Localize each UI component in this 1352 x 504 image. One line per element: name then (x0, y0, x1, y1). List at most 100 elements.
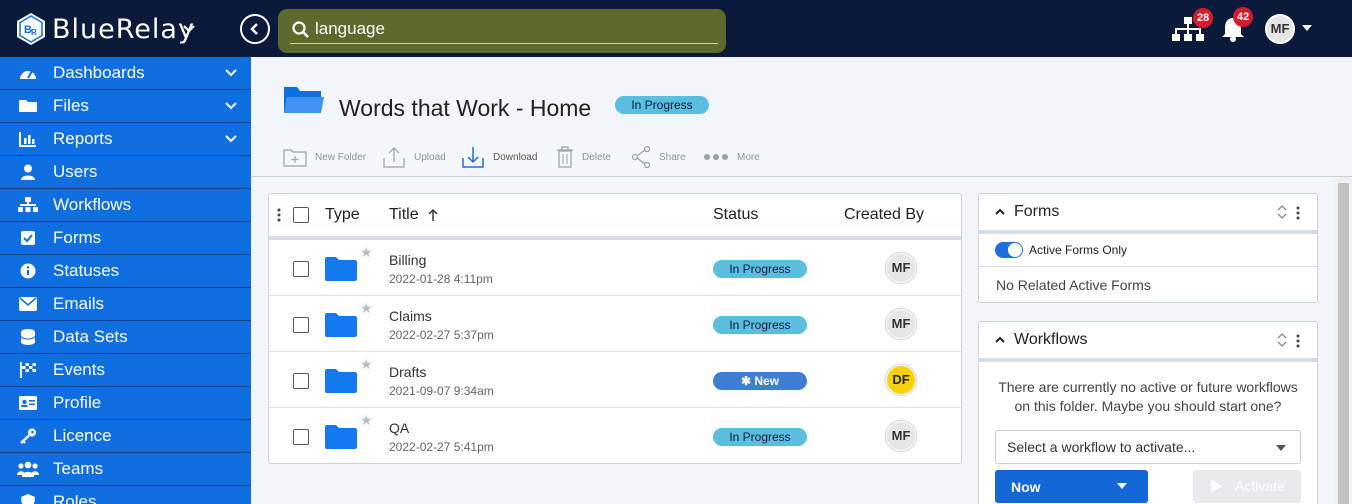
bar-chart-icon (18, 132, 36, 147)
new-folder-button[interactable]: New Folder (283, 145, 366, 169)
folder-icon[interactable] (325, 313, 357, 337)
share-label: Share (659, 151, 686, 163)
upload-icon (383, 147, 405, 168)
row-checkbox[interactable] (293, 373, 309, 389)
forms-panel-header[interactable]: Forms (979, 194, 1317, 230)
column-menu-icon[interactable] (277, 208, 281, 222)
sidebar-item-roles[interactable]: Roles (0, 486, 251, 504)
row-title[interactable]: QA (389, 420, 409, 436)
chevron-down-icon[interactable] (180, 20, 198, 38)
svg-text:R: R (31, 28, 37, 37)
avatar: MF (886, 253, 916, 283)
active-forms-toggle[interactable] (995, 242, 1023, 258)
sidebar-item-profile[interactable]: Profile (0, 387, 251, 420)
row-title[interactable]: Drafts (389, 364, 426, 380)
sidebar: Dashboards Files Reports Users Workflows… (0, 57, 251, 504)
folder-icon (18, 100, 37, 112)
workflow-select[interactable]: Select a workflow to activate... (995, 430, 1301, 464)
status-badge: In Progress (713, 260, 807, 278)
star-icon[interactable]: ★ (360, 244, 373, 261)
download-button[interactable]: Download (461, 145, 537, 169)
sidebar-item-label: Data Sets (53, 327, 128, 346)
row-title[interactable]: Billing (389, 252, 426, 268)
info-icon (20, 263, 35, 279)
row-date: 2021-09-07 9:34am (389, 384, 494, 398)
table-row[interactable]: ★ Claims 2022-02-27 5:37pm In Progress M… (269, 296, 961, 352)
sidebar-item-licence[interactable]: Licence (0, 420, 251, 453)
chevron-up-icon[interactable] (994, 207, 1006, 216)
arrow-up-icon[interactable] (427, 208, 439, 222)
column-header-type[interactable]: Type (325, 194, 360, 236)
sidebar-item-label: Reports (53, 129, 113, 148)
share-button[interactable]: Share (631, 145, 686, 169)
brand-name[interactable]: BlueRelay (52, 14, 195, 45)
table-row[interactable]: ★ Billing 2022-01-28 4:11pm In Progress … (269, 240, 961, 296)
sidebar-item-files[interactable]: Files (0, 90, 251, 123)
sort-icon[interactable] (1276, 332, 1288, 348)
sidebar-item-reports[interactable]: Reports (0, 123, 251, 156)
column-header-status[interactable]: Status (713, 194, 758, 236)
now-label: Now (1011, 479, 1041, 495)
scrollbar[interactable] (1335, 177, 1352, 504)
notification-badge: 42 (1233, 7, 1254, 27)
row-checkbox[interactable] (293, 317, 309, 333)
workflows-empty-message: There are currently no active or future … (998, 379, 1298, 414)
sidebar-item-emails[interactable]: Emails (0, 288, 251, 321)
column-header-created-by[interactable]: Created By (844, 194, 924, 236)
table-row[interactable]: ★ Drafts 2021-09-07 9:34am ✱ New DF (269, 352, 961, 408)
upload-button[interactable]: Upload (382, 145, 446, 169)
chevron-left-icon (250, 23, 258, 35)
chevron-up-icon[interactable] (994, 335, 1006, 344)
search-input[interactable]: language (315, 19, 385, 39)
more-vertical-icon[interactable] (1296, 206, 1300, 220)
column-header-title[interactable]: Title (389, 194, 419, 236)
activate-button[interactable]: Activate (1193, 470, 1301, 503)
collapse-sidebar-button[interactable] (240, 14, 270, 44)
scrollbar-thumb[interactable] (1338, 183, 1349, 504)
bluerelay-logo[interactable]: B R (16, 12, 46, 46)
asterisk-icon: ✱ (740, 374, 755, 388)
users-icon (16, 461, 39, 477)
folder-plus-icon (283, 149, 307, 167)
folder-icon[interactable] (325, 257, 357, 281)
sidebar-item-forms[interactable]: Forms (0, 222, 251, 255)
sidebar-item-events[interactable]: Events (0, 354, 251, 387)
sidebar-item-workflows[interactable]: Workflows (0, 189, 251, 222)
id-card-icon (18, 396, 37, 410)
check-square-icon (20, 231, 35, 245)
delete-button[interactable]: Delete (556, 145, 611, 169)
sidebar-item-statuses[interactable]: Statuses (0, 255, 251, 288)
more-label: More (737, 151, 760, 163)
row-checkbox[interactable] (293, 429, 309, 445)
sidebar-item-dashboards[interactable]: Dashboards (0, 57, 251, 90)
new-folder-label: New Folder (315, 151, 367, 163)
sidebar-item-data-sets[interactable]: Data Sets (0, 321, 251, 354)
select-all-checkbox[interactable] (293, 207, 309, 223)
star-icon[interactable]: ★ (360, 300, 373, 317)
row-checkbox[interactable] (293, 261, 309, 277)
top-bar: B R BlueRelay language 28 42 MF (0, 0, 1352, 57)
caret-down-icon[interactable] (1301, 24, 1313, 32)
panel-divider (979, 358, 1317, 362)
workflows-panel-header[interactable]: Workflows (979, 322, 1317, 358)
folder-icon[interactable] (325, 369, 357, 393)
download-label: Download (493, 151, 538, 163)
row-title[interactable]: Claims (389, 308, 432, 324)
sidebar-item-label: Users (53, 162, 98, 181)
user-avatar[interactable]: MF (1265, 14, 1295, 44)
star-icon[interactable]: ★ (360, 412, 373, 429)
sort-icon[interactable] (1276, 204, 1288, 220)
row-date: 2022-02-27 5:37pm (389, 328, 494, 342)
folder-icon[interactable] (325, 425, 357, 449)
now-dropdown-button[interactable]: Now (995, 470, 1148, 503)
more-button[interactable]: More (703, 145, 760, 169)
sidebar-item-label: Teams (53, 459, 104, 478)
star-icon[interactable]: ★ (360, 356, 373, 373)
more-vertical-icon[interactable] (1296, 334, 1300, 348)
sidebar-item-label: Licence (53, 426, 112, 445)
sidebar-item-teams[interactable]: Teams (0, 453, 251, 486)
sidebar-item-users[interactable]: Users (0, 156, 251, 189)
table-row[interactable]: ★ QA 2022-02-27 5:41pm In Progress MF (269, 408, 961, 464)
search-box[interactable]: language (278, 9, 726, 53)
workflow-select-value: Select a workflow to activate... (1007, 439, 1196, 455)
